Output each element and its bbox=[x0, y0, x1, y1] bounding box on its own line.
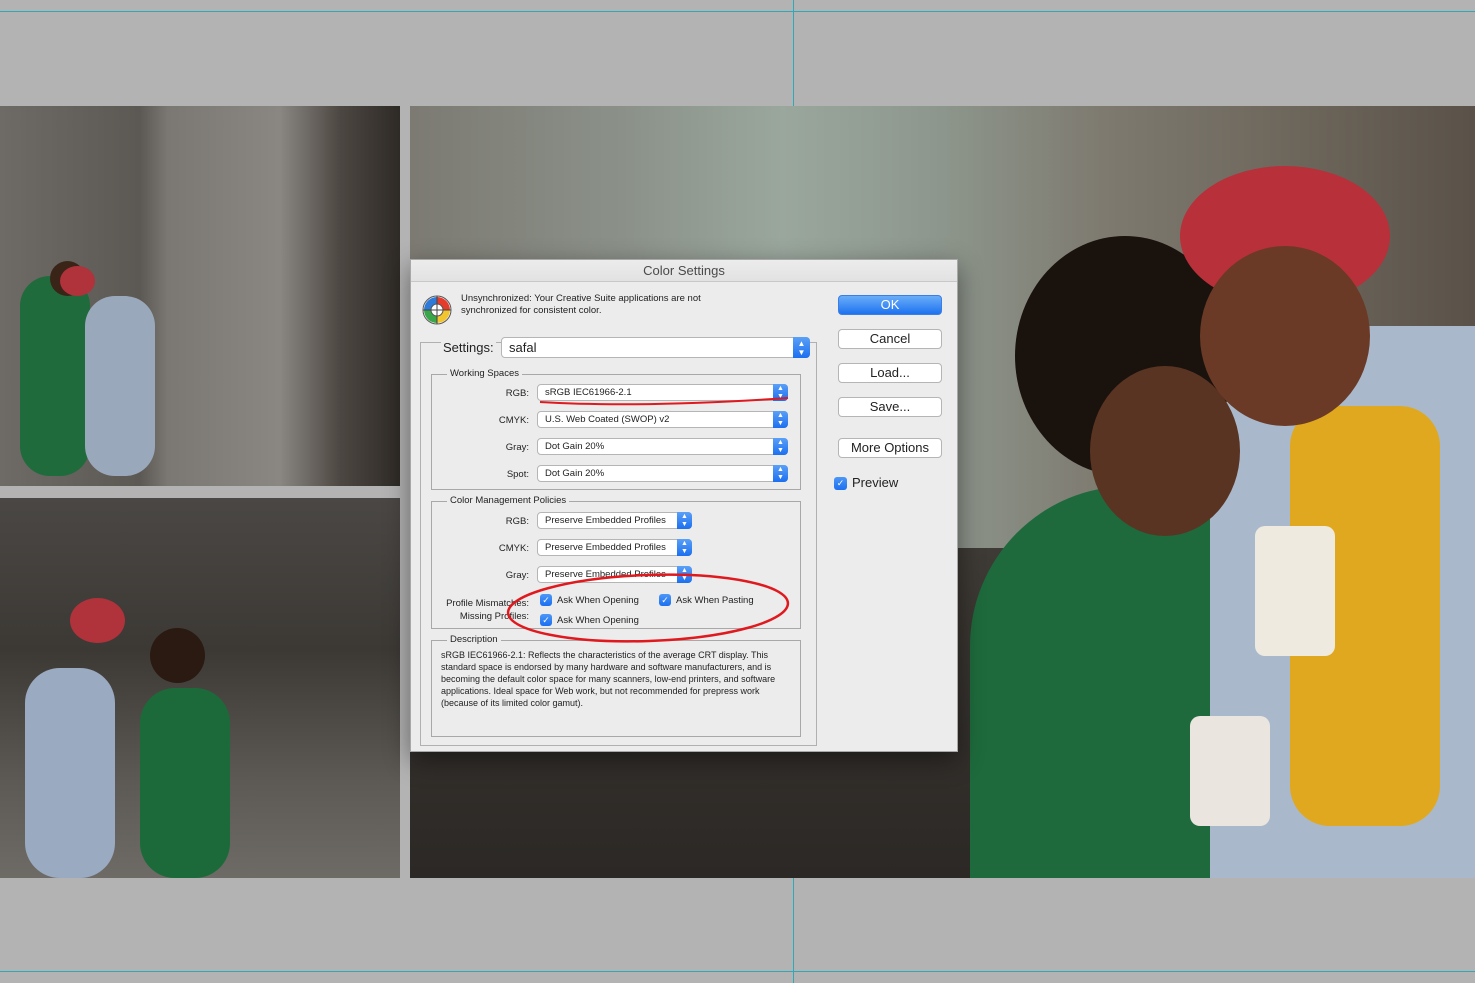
checkmark-icon: ✓ bbox=[836, 478, 845, 488]
popup-arrows-icon: ▲ ▼ bbox=[677, 539, 692, 556]
policy-cmyk-value: Preserve Embedded Profiles bbox=[545, 542, 666, 553]
ws-gray-select[interactable]: Dot Gain 20% ▲ ▼ bbox=[537, 438, 788, 455]
photo-couple-stone-wall bbox=[0, 106, 400, 486]
dialog-title: Color Settings bbox=[411, 260, 957, 282]
popup-arrows-icon: ▲ ▼ bbox=[677, 566, 692, 583]
sync-message: Unsynchronized: Your Creative Suite appl… bbox=[461, 293, 701, 316]
description-title: Description bbox=[447, 634, 501, 645]
color-settings-dialog: Color Settings Unsynchronized: Your Crea… bbox=[410, 259, 958, 752]
more-options-button[interactable]: More Options bbox=[838, 438, 942, 458]
ws-cmyk-label: CMYK: bbox=[498, 415, 529, 426]
missing-ask-when-opening-label: Ask When Opening bbox=[557, 615, 639, 626]
ws-cmyk-select[interactable]: U.S. Web Coated (SWOP) v2 ▲ ▼ bbox=[537, 411, 788, 428]
guide-line-top bbox=[0, 11, 1475, 12]
popup-arrows-icon: ▲ ▼ bbox=[773, 411, 788, 428]
ws-spot-label: Spot: bbox=[506, 469, 529, 480]
cancel-button[interactable]: Cancel bbox=[838, 329, 942, 349]
ws-rgb-select[interactable]: sRGB IEC61966-2.1 ▲ ▼ bbox=[537, 384, 788, 401]
ws-spot-value: Dot Gain 20% bbox=[545, 468, 605, 479]
ok-button[interactable]: OK bbox=[838, 295, 942, 315]
policy-gray-select[interactable]: Preserve Embedded Profiles ▲ ▼ bbox=[537, 566, 692, 583]
ws-rgb-value: sRGB IEC61966-2.1 bbox=[545, 387, 632, 398]
ws-cmyk-value: U.S. Web Coated (SWOP) v2 bbox=[545, 414, 670, 425]
ask-when-opening-checkbox[interactable]: ✓ bbox=[540, 594, 552, 606]
policy-rgb-value: Preserve Embedded Profiles bbox=[545, 515, 666, 526]
ask-when-pasting-label: Ask When Pasting bbox=[676, 595, 754, 606]
policy-rgb-label: RGB: bbox=[505, 516, 529, 527]
popup-arrows-icon: ▲ ▼ bbox=[773, 465, 788, 482]
popup-arrows-icon: ▲ ▼ bbox=[677, 512, 692, 529]
policies-title: Color Management Policies bbox=[447, 495, 570, 506]
ask-when-opening-label: Ask When Opening bbox=[557, 595, 639, 606]
photo-couple-street bbox=[0, 498, 400, 878]
preview-checkbox[interactable]: ✓ bbox=[834, 477, 847, 490]
load-button[interactable]: Load... bbox=[838, 363, 942, 383]
checkmark-icon: ✓ bbox=[661, 595, 669, 605]
missing-ask-when-opening-checkbox[interactable]: ✓ bbox=[540, 614, 552, 626]
guide-line-bottom bbox=[0, 971, 1475, 972]
ws-gray-value: Dot Gain 20% bbox=[545, 441, 605, 452]
policy-rgb-select[interactable]: Preserve Embedded Profiles ▲ ▼ bbox=[537, 512, 692, 529]
settings-select-value: safal bbox=[509, 340, 537, 355]
missing-profiles-label: Missing Profiles: bbox=[459, 611, 529, 622]
save-button[interactable]: Save... bbox=[838, 397, 942, 417]
color-wheel-icon bbox=[422, 295, 452, 325]
ws-rgb-label: RGB: bbox=[505, 388, 529, 399]
popup-arrows-icon: ▲ ▼ bbox=[773, 384, 788, 401]
preview-label: Preview bbox=[852, 475, 899, 490]
policy-cmyk-label: CMYK: bbox=[498, 543, 529, 554]
popup-arrows-icon: ▲ ▼ bbox=[773, 438, 788, 455]
ws-spot-select[interactable]: Dot Gain 20% ▲ ▼ bbox=[537, 465, 788, 482]
profile-mismatches-label: Profile Mismatches: bbox=[446, 598, 529, 609]
checkmark-icon: ✓ bbox=[542, 595, 550, 605]
working-spaces-title: Working Spaces bbox=[447, 368, 522, 379]
settings-label: Settings: bbox=[441, 340, 496, 355]
ws-gray-label: Gray: bbox=[505, 442, 529, 453]
popup-arrows-icon: ▲ ▼ bbox=[793, 337, 810, 358]
policy-gray-value: Preserve Embedded Profiles bbox=[545, 569, 666, 580]
ask-when-pasting-checkbox[interactable]: ✓ bbox=[659, 594, 671, 606]
policy-cmyk-select[interactable]: Preserve Embedded Profiles ▲ ▼ bbox=[537, 539, 692, 556]
description-text: sRGB IEC61966-2.1: Reflects the characte… bbox=[441, 650, 776, 708]
policy-gray-label: Gray: bbox=[505, 570, 529, 581]
settings-select[interactable]: safal ▲ ▼ bbox=[501, 337, 810, 358]
checkmark-icon: ✓ bbox=[542, 615, 550, 625]
